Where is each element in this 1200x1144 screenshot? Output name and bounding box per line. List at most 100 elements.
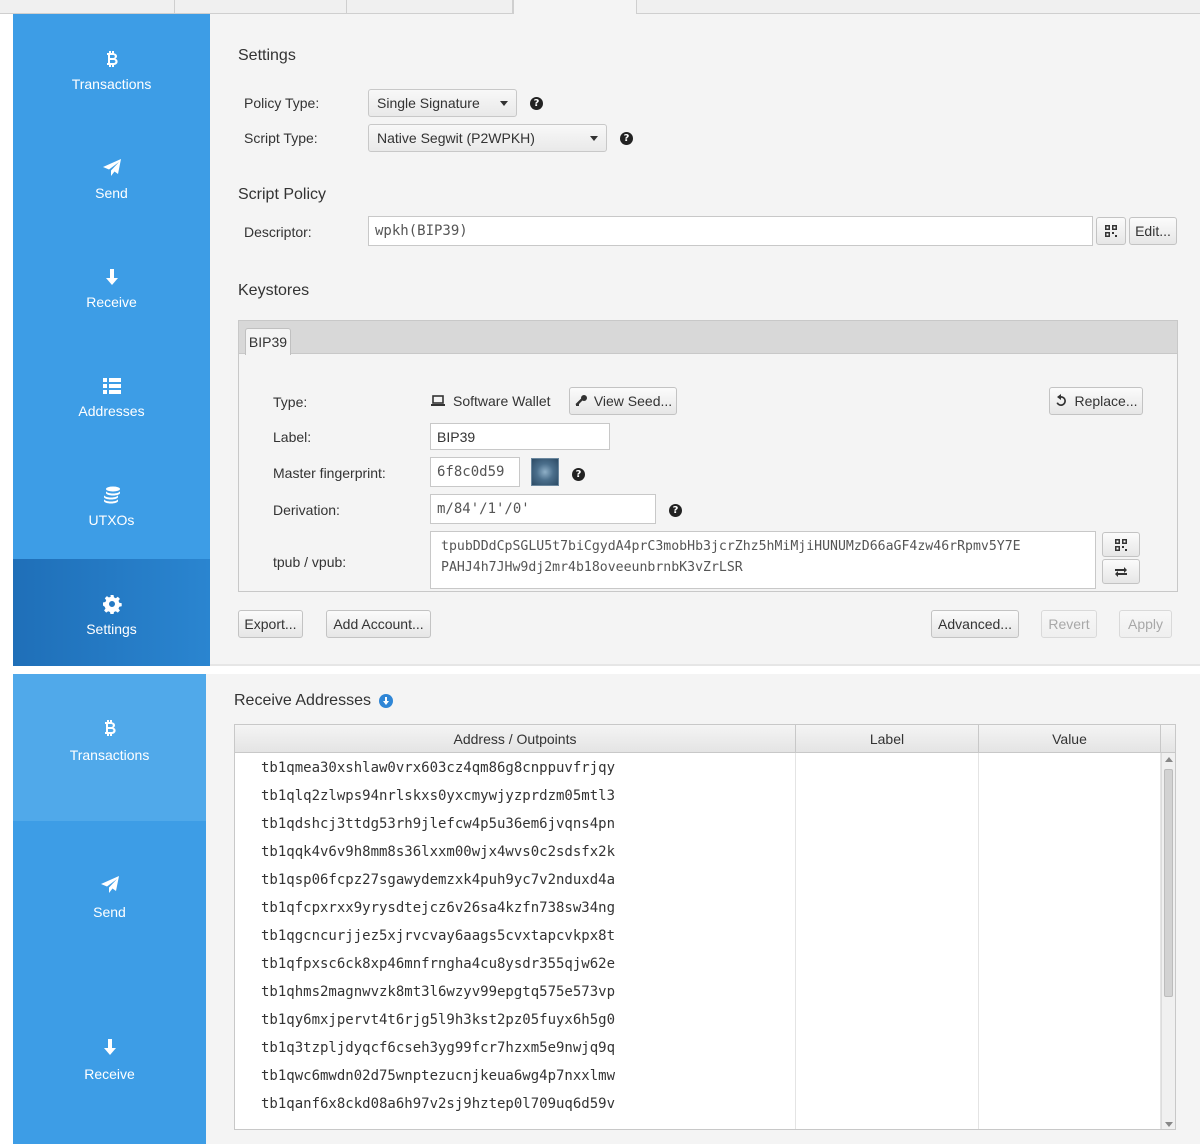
table-header: Address / Outpoints Label Value [235,725,1175,753]
policy-type-label: Policy Type: [244,95,320,111]
tab-bip39[interactable]: BIP39 [245,328,291,355]
sidebar-item-transactions[interactable]: Transactions [13,674,206,821]
keystore-label-label: Label: [273,429,312,445]
qr-icon [1115,538,1127,551]
table-row[interactable]: tb1qy6mxjpervt4t6rjg5l9h3kst2pz05fuyx6h5… [235,1006,1155,1034]
address-cell: tb1qgcncurjjez5xjrvcvay6aags5cvxtapcvkpx… [261,928,616,944]
key-icon [575,395,587,406]
qr-icon [1105,225,1117,237]
table-row[interactable]: tb1qdshcj3ttdg53rh9jlefcw4p5u36em6jvqns4… [235,810,1155,838]
table-row[interactable]: tb1qgcncurjjez5xjrvcvay6aags5cvxtapcvkpx… [235,922,1155,950]
keystore-tabbar: BIP39 [239,321,1177,355]
descriptor-label: Descriptor: [244,224,312,240]
apply-button[interactable]: Apply [1119,610,1172,638]
address-cell: tb1qfcpxrxx9yrysdtejcz6v26sa4kzfn738sw34… [261,900,616,916]
export-button[interactable]: Export... [238,610,303,638]
help-icon[interactable]: ? [530,97,543,110]
chevron-down-icon [500,100,508,106]
descriptor-edit-button[interactable]: Edit... [1129,217,1177,245]
xpub-convert-button[interactable] [1102,559,1140,584]
sidebar-item-label: Receive [86,294,137,310]
window-tab[interactable] [347,0,513,14]
sidebar-item-send[interactable]: Send [13,875,206,935]
window-tab[interactable] [175,0,347,14]
receive-addresses-header: Receive Addresses [234,692,393,710]
list-icon [101,375,123,397]
table-row[interactable]: tb1qmea30xshlaw0vrx603cz4qm86g8cnppuvfrj… [235,754,1155,782]
section-title-keystores: Keystores [238,282,310,299]
revert-button[interactable]: Revert [1041,610,1097,638]
descriptor-qr-button[interactable] [1096,217,1126,245]
table-row[interactable]: tb1qsp06fcpz27sgawydemzxk4puh9yc7v2nduxd… [235,866,1155,894]
vertical-scrollbar[interactable] [1161,753,1175,1129]
replace-button[interactable]: Replace... [1049,387,1143,415]
script-type-value: Native Segwit (P2WPKH) [377,130,535,146]
window-tab[interactable] [0,0,175,14]
policy-type-value: Single Signature [377,95,480,111]
address-cell: tb1qlq2zlwps94nrlskxs0yxcmywjyzprdzm05mt… [261,788,616,804]
derivation-label: Derivation: [273,502,340,518]
sidebar-item-utxos[interactable]: UTXOs [13,450,210,559]
column-header-label[interactable]: Label [796,725,979,753]
view-seed-button[interactable]: View Seed... [569,387,677,415]
sidebar-item-label: Send [95,185,128,201]
laptop-icon [431,395,445,406]
table-row[interactable]: tb1qfcpxrxx9yrysdtejcz6v26sa4kzfn738sw34… [235,894,1155,922]
policy-type-select[interactable]: Single Signature [368,89,517,117]
table-row[interactable]: tb1q3tzpljdyqcf6cseh3yg99fcr7hzxm5e9nwjq… [235,1034,1155,1062]
scroll-down-icon[interactable] [1165,1122,1173,1127]
section-title-settings: Settings [238,47,296,64]
xpub-qr-button[interactable] [1102,532,1140,557]
keystore-tabpane: BIP39 Type: Software Wallet View Seed...… [238,320,1178,592]
xpub-textarea[interactable]: tpubDDdCpSGLU5t7biCgydA4prC3mobHb3jcrZhz… [430,531,1096,589]
sidebar-item-receive[interactable]: Receive [13,232,210,341]
undo-icon [1056,394,1067,406]
fingerprint-field[interactable]: 6f8c0d59 [430,457,520,487]
arrow-down-icon [100,1037,120,1060]
xpub-line: tpubDDdCpSGLU5t7biCgydA4prC3mobHb3jcrZhz… [441,539,1021,554]
receive-addresses-title: Receive Addresses [234,692,371,709]
window-tab-strip [0,0,1200,14]
gear-icon [101,593,123,615]
column-header-value[interactable]: Value [979,725,1161,753]
xpub-label: tpub / vpub: [273,554,347,570]
advanced-button[interactable]: Advanced... [931,610,1019,638]
addresses-panel: Transactions Send Receive Receive Addres… [13,674,1200,1144]
help-icon[interactable]: ? [620,132,633,145]
script-type-label: Script Type: [244,130,318,146]
sidebar-item-receive[interactable]: Receive [13,1037,206,1097]
fingerprint-label: Master fingerprint: [273,465,386,481]
keystore-type-value: Software Wallet [453,393,551,409]
sidebar-item-transactions[interactable]: Transactions [13,14,210,123]
coins-icon [101,484,123,506]
table-row[interactable]: tb1qfpxsc6ck8xp46mnfrngha4cu8ysdr355qjw6… [235,950,1155,978]
scroll-up-icon[interactable] [1165,757,1173,762]
column-header-address[interactable]: Address / Outpoints [235,725,796,753]
sidebar-item-settings[interactable]: Settings [13,559,210,666]
table-row[interactable]: tb1qhms2magnwvzk8mt3l6wzyv99epgtq575e573… [235,978,1155,1006]
section-title-script-policy: Script Policy [238,186,327,203]
address-cell: tb1qqk4v6v9h8mm8s36lxxm00wjx4wvs0c2sdsfx… [261,844,616,860]
table-row[interactable]: tb1qanf6x8ckd08a6h97v2sj9hztep0l709uq6d5… [235,1090,1155,1118]
sidebar-item-send[interactable]: Send [13,123,210,232]
address-cell: tb1qy6mxjpervt4t6rjg5l9h3kst2pz05fuyx6h5… [261,1012,616,1028]
send-icon [101,157,123,179]
table-row[interactable]: tb1qwc6mwdn02d75wnptezucnjkeua6wg4p7nxxl… [235,1062,1155,1090]
help-icon[interactable]: ? [669,504,682,517]
table-row[interactable]: tb1qqk4v6v9h8mm8s36lxxm00wjx4wvs0c2sdsfx… [235,838,1155,866]
scroll-thumb[interactable] [1164,769,1173,997]
sidebar: Transactions Send Receive [13,674,206,1144]
arrow-circle-down-icon[interactable] [378,694,393,708]
table-row[interactable]: tb1qlq2zlwps94nrlskxs0yxcmywjyzprdzm05mt… [235,782,1155,810]
sidebar-item-addresses[interactable]: Addresses [13,341,210,450]
keystore-type: Software Wallet [431,393,551,409]
script-type-select[interactable]: Native Segwit (P2WPKH) [368,124,607,152]
add-account-button[interactable]: Add Account... [326,610,431,638]
sidebar-item-label: Settings [86,621,137,637]
descriptor-field[interactable]: wpkh(BIP39) [368,216,1093,246]
help-icon[interactable]: ? [572,468,585,481]
derivation-field[interactable]: m/84'/1'/0' [430,494,656,524]
keystore-label-field[interactable]: BIP39 [430,423,610,450]
window-tab-active[interactable] [513,0,637,14]
address-cell: tb1q3tzpljdyqcf6cseh3yg99fcr7hzxm5e9nwjq… [261,1040,616,1056]
